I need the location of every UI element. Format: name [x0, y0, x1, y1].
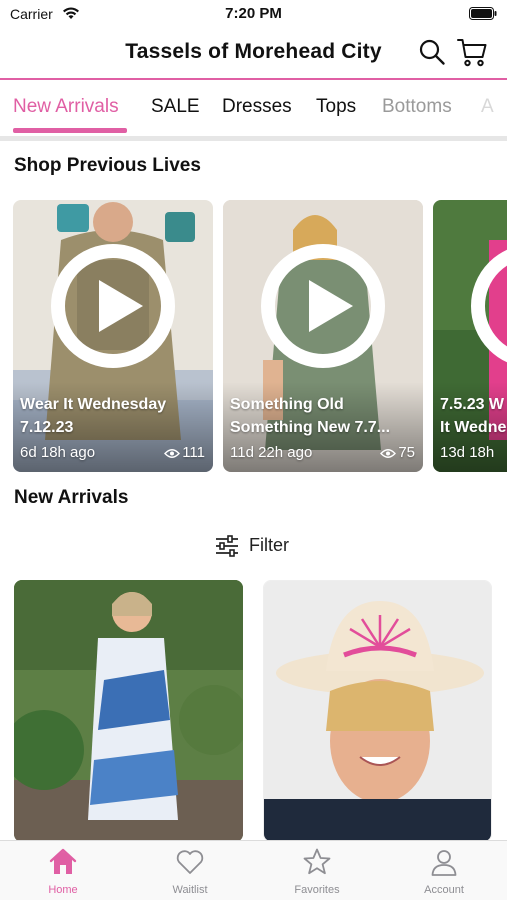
live-time-ago: 13d 18h: [440, 444, 495, 461]
tab-tops[interactable]: Tops: [316, 96, 356, 118]
play-icon: [309, 280, 353, 332]
views-value: 75: [398, 444, 415, 461]
category-tabs: New Arrivals SALE Dresses Tops Bottoms A: [0, 80, 507, 136]
new-arrivals-heading: New Arrivals: [14, 487, 129, 508]
app-header: Tassels of Morehead City: [0, 30, 507, 78]
previous-lives-heading: Shop Previous Lives: [14, 155, 201, 176]
status-bar: Carrier 7:20 PM: [0, 0, 507, 30]
nav-home-label: Home: [48, 884, 78, 896]
sliders-icon: [216, 535, 238, 557]
live-video-card[interactable]: 7.5.23 W It Wedne 13d 18h: [433, 200, 507, 472]
active-tab-indicator: [13, 128, 127, 133]
filter-label: Filter: [249, 535, 289, 555]
search-icon[interactable]: [418, 38, 446, 66]
clock: 7:20 PM: [225, 5, 282, 22]
tab-sale[interactable]: SALE: [151, 96, 200, 118]
star-icon: [303, 848, 331, 875]
product-image: [14, 580, 243, 842]
live-view-count: 111: [164, 444, 205, 461]
nav-account[interactable]: Account: [381, 841, 507, 900]
views-value: 111: [182, 444, 205, 461]
live-title: Something Old Something New 7.7...: [230, 396, 391, 436]
live-view-count: 75: [380, 444, 415, 461]
bottom-tab-bar: Home Waitlist Favorites Account: [0, 840, 507, 900]
live-time-ago: 11d 22h ago: [230, 444, 313, 461]
nav-favorites[interactable]: Favorites: [254, 841, 380, 900]
nav-waitlist-label: Waitlist: [172, 884, 208, 896]
play-icon: [99, 280, 143, 332]
product-card[interactable]: [263, 580, 492, 842]
eye-icon: [380, 448, 397, 458]
tab-bottoms[interactable]: Bottoms: [382, 96, 452, 118]
home-icon: [49, 848, 77, 874]
tabs-divider: [0, 136, 507, 141]
person-icon: [431, 850, 457, 876]
cart-icon[interactable]: [456, 36, 488, 68]
eye-icon: [164, 448, 181, 458]
nav-favorites-label: Favorites: [294, 884, 340, 896]
nav-home[interactable]: Home: [0, 841, 126, 900]
live-video-card[interactable]: Wear It Wednesday 7.12.23 6d 18h ago 111: [13, 200, 213, 472]
product-card[interactable]: [14, 580, 243, 842]
live-time-ago: 6d 18h ago: [20, 444, 96, 461]
nav-account-label: Account: [424, 884, 464, 896]
tab-new-arrivals[interactable]: New Arrivals: [13, 96, 119, 118]
live-video-card[interactable]: Something Old Something New 7.7... 11d 2…: [223, 200, 423, 472]
tab-dresses[interactable]: Dresses: [222, 96, 292, 118]
heart-icon: [176, 850, 204, 874]
tab-partial[interactable]: A: [481, 96, 494, 118]
product-image: [264, 581, 491, 841]
live-title: Wear It Wednesday 7.12.23: [20, 396, 167, 436]
live-title: 7.5.23 W It Wedne: [440, 396, 507, 436]
nav-waitlist[interactable]: Waitlist: [127, 841, 253, 900]
battery-icon: [469, 7, 497, 20]
